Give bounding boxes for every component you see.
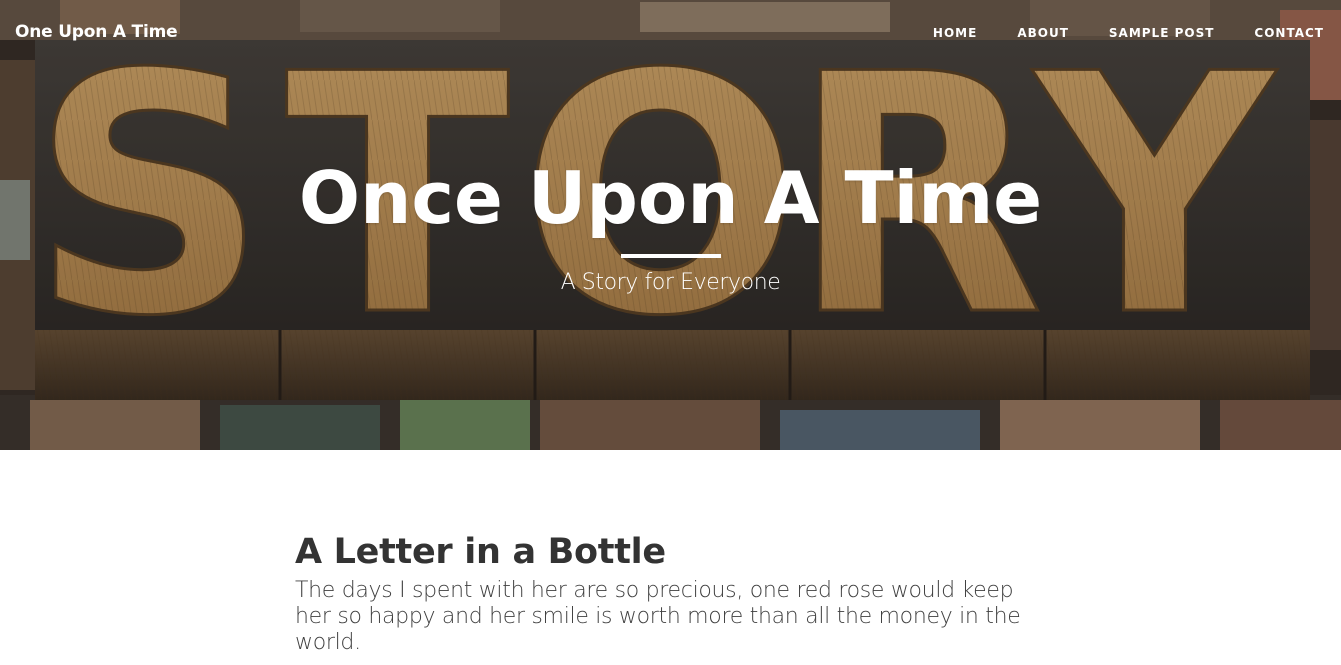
site-title: Once Upon A Time (298, 156, 1043, 240)
nav-links: HOME ABOUT SAMPLE POST CONTACT (933, 26, 1324, 40)
nav-item-contact: CONTACT (1214, 26, 1324, 40)
nav-item-about: ABOUT (977, 26, 1069, 40)
nav-item-sample-post: SAMPLE POST (1069, 26, 1215, 40)
nav-link-contact[interactable]: CONTACT (1214, 26, 1324, 40)
nav-item-home: HOME (933, 26, 977, 40)
site-heading: Once Upon A Time A Story for Everyone (0, 152, 1341, 295)
post-subtitle[interactable]: The days I spent with her are so preciou… (295, 578, 1035, 656)
nav-link-home[interactable]: HOME (933, 26, 977, 40)
post-title[interactable]: A Letter in a Bottle (295, 530, 1035, 574)
nav-link-sample-post[interactable]: SAMPLE POST (1069, 26, 1215, 40)
main-content: A Letter in a Bottle The days I spent wi… (0, 450, 1341, 665)
site-subheading: A Story for Everyone (560, 270, 781, 295)
hero-header: S T O R Y S T O R Y One Upon A Time HOME… (0, 0, 1341, 450)
main-navbar: One Upon A Time HOME ABOUT SAMPLE POST C… (0, 0, 1341, 66)
post-preview[interactable]: A Letter in a Bottle The days I spent wi… (295, 530, 1035, 656)
brand-link[interactable]: One Upon A Time (15, 22, 178, 42)
nav-link-about[interactable]: ABOUT (977, 26, 1069, 40)
heading-divider (620, 254, 721, 258)
